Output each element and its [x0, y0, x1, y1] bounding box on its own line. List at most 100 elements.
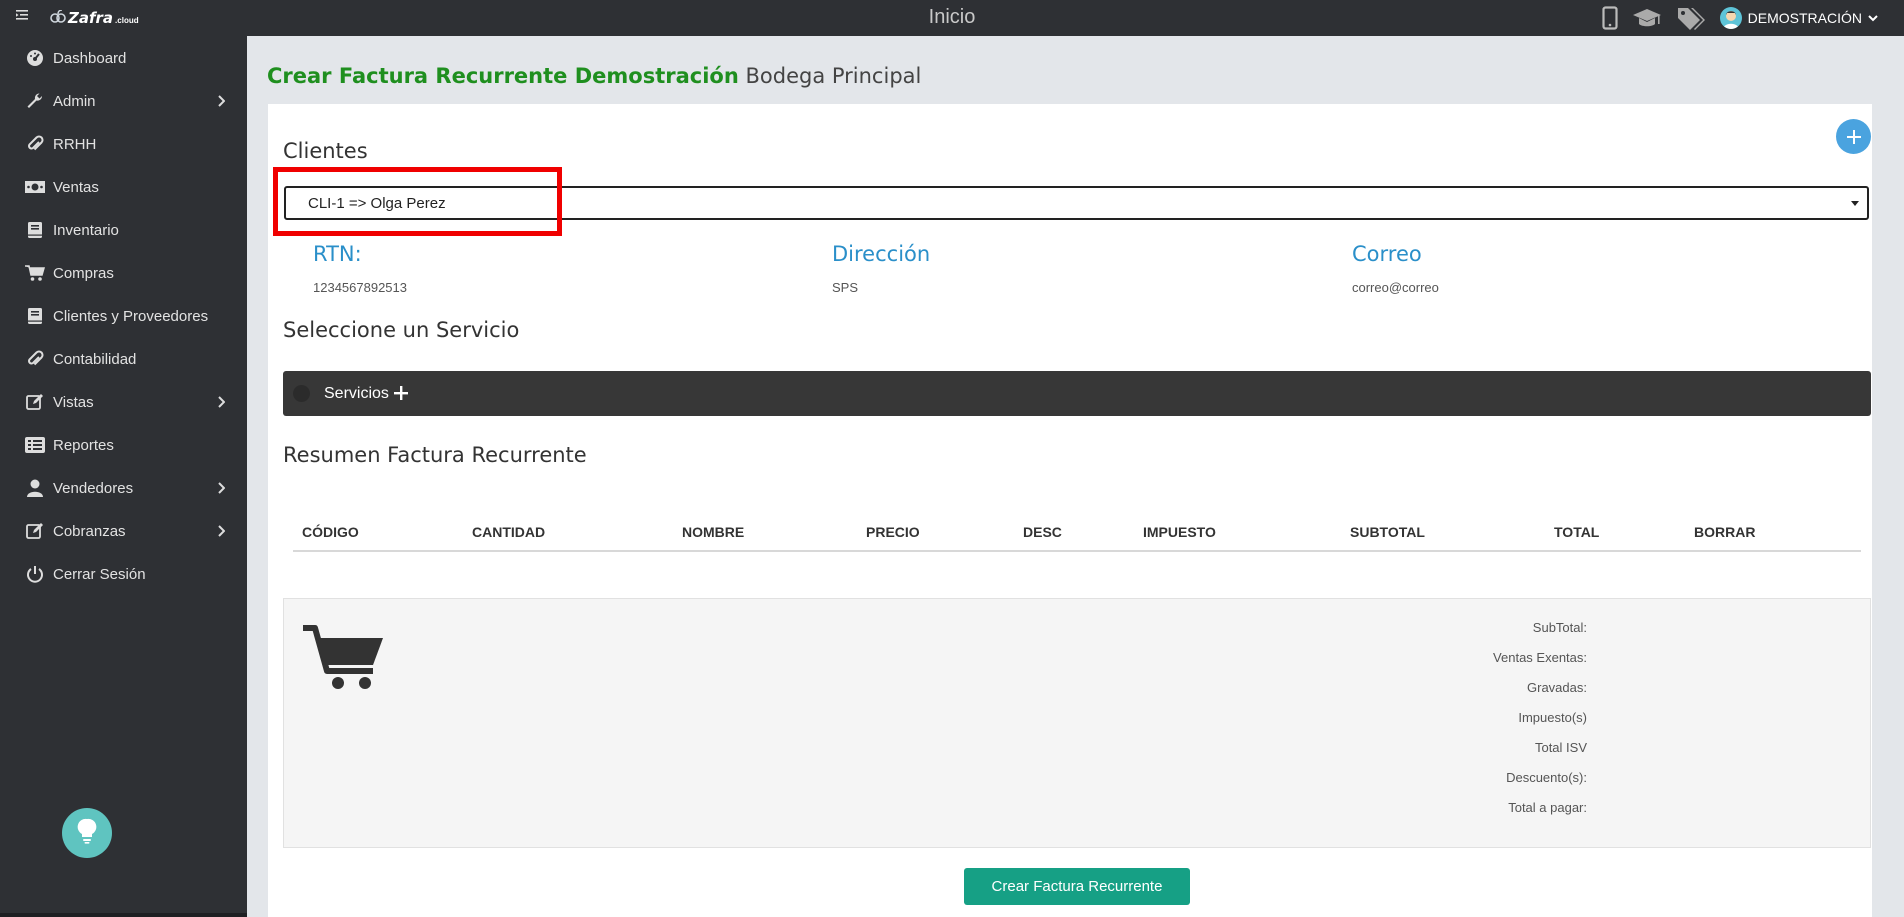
- sidebar-item-label: Contabilidad: [53, 350, 137, 368]
- services-accordion[interactable]: Servicios: [283, 371, 1871, 416]
- create-recurring-invoice-button[interactable]: Crear Factura Recurrente: [964, 868, 1190, 905]
- impuestos-label: Impuesto(s): [1518, 710, 1587, 725]
- sidebar-item-label: Cerrar Sesión: [53, 565, 146, 583]
- chevron-right-icon: [217, 395, 226, 412]
- sidebar-item-vendedores[interactable]: Vendedores: [0, 468, 247, 508]
- chevron-right-icon: [217, 94, 226, 111]
- book-icon: [25, 220, 45, 240]
- list-icon: [25, 435, 45, 455]
- direccion-value: SPS: [832, 280, 859, 295]
- money-icon: [25, 177, 45, 197]
- subtotal-label: SubTotal:: [1532, 620, 1587, 635]
- caret-down-icon: [1851, 201, 1859, 206]
- clientes-title: Clientes: [283, 139, 368, 163]
- sidebar-item-dashboard[interactable]: Dashboard: [0, 38, 247, 78]
- sidebar: Dashboard Admin RRHH Ventas Inventario C…: [0, 36, 247, 917]
- sidebar-bottom-edge: [0, 913, 247, 917]
- sidebar-item-reportes[interactable]: Reportes: [0, 425, 247, 465]
- rtn-value: 1234567892513: [313, 280, 407, 295]
- sidebar-item-cerrar-sesion[interactable]: Cerrar Sesión: [0, 554, 247, 594]
- hamburger-menu-icon[interactable]: [16, 9, 32, 25]
- column-desc: DESC: [1023, 524, 1062, 540]
- column-impuesto: IMPUESTO: [1143, 524, 1216, 540]
- graduation-cap-icon[interactable]: [1632, 7, 1662, 29]
- lightbulb-icon: [77, 818, 97, 849]
- book-icon: [25, 306, 45, 326]
- paperclip-icon: [25, 349, 45, 369]
- leaf-logo-icon: [50, 8, 66, 27]
- invoice-summary-box: [283, 598, 1871, 848]
- ventas-exentas-label: Ventas Exentas:: [1493, 650, 1587, 665]
- client-select-value: CLI-1 => Olga Perez: [308, 194, 446, 212]
- user-menu[interactable]: DEMOSTRACIÓN: [1719, 7, 1878, 29]
- wrench-icon: [25, 91, 45, 111]
- sidebar-item-label: Vistas: [53, 393, 94, 411]
- edit-icon: [25, 392, 45, 412]
- sidebar-item-inventario[interactable]: Inventario: [0, 210, 247, 250]
- plus-icon: [393, 382, 409, 406]
- shopping-cart-icon: [301, 625, 383, 698]
- resumen-title: Resumen Factura Recurrente: [283, 443, 587, 467]
- chevron-down-icon: [1868, 14, 1878, 22]
- help-lightbulb-button[interactable]: [62, 808, 112, 858]
- column-nombre: NOMBRE: [682, 524, 745, 540]
- dashboard-icon: [25, 48, 45, 68]
- sidebar-item-label: Dashboard: [53, 49, 127, 67]
- sidebar-item-vistas[interactable]: Vistas: [0, 382, 247, 422]
- brand-suffix: .cloud: [115, 16, 139, 25]
- sidebar-item-label: Vendedores: [53, 479, 134, 497]
- sidebar-item-label: Compras: [53, 264, 114, 282]
- servicio-title: Seleccione un Servicio: [283, 318, 520, 342]
- sidebar-item-contabilidad[interactable]: Contabilidad: [0, 339, 247, 379]
- client-select[interactable]: CLI-1 => Olga Perez: [284, 186, 1869, 220]
- sidebar-item-label: Clientes y Proveedores: [53, 307, 209, 325]
- column-cantidad: CANTIDAD: [472, 524, 546, 540]
- user-name: DEMOSTRACIÓN: [1747, 10, 1862, 26]
- chevron-right-icon: [217, 524, 226, 541]
- column-subtotal: SUBTOTAL: [1350, 524, 1425, 540]
- sidebar-item-label: Cobranzas: [53, 522, 126, 540]
- total-a-pagar-label: Total a pagar:: [1508, 800, 1587, 815]
- plus-icon: [1846, 124, 1861, 150]
- correo-value: correo@correo: [1352, 280, 1439, 295]
- heading-main: Crear Factura Recurrente Demostración: [267, 64, 739, 88]
- top-bar: Zafra .cloud Inicio DEMOSTRACIÓN: [0, 0, 1904, 36]
- add-button[interactable]: [1836, 119, 1871, 154]
- gravadas-label: Gravadas:: [1527, 680, 1587, 695]
- sidebar-item-label: RRHH: [53, 135, 97, 153]
- sidebar-item-rrhh[interactable]: RRHH: [0, 124, 247, 164]
- sidebar-item-admin[interactable]: Admin: [0, 81, 247, 121]
- paperclip-icon: [25, 134, 45, 154]
- heading-warehouse: Bodega Principal: [745, 64, 922, 88]
- sidebar-item-label: Inventario: [53, 221, 119, 239]
- sidebar-item-compras[interactable]: Compras: [0, 253, 247, 293]
- brand-logo[interactable]: Zafra .cloud: [50, 8, 139, 27]
- sidebar-item-clientes-proveedores[interactable]: Clientes y Proveedores: [0, 296, 247, 336]
- sidebar-item-label: Ventas: [53, 178, 99, 196]
- tags-icon[interactable]: [1676, 6, 1706, 30]
- column-total: TOTAL: [1554, 524, 1600, 540]
- sidebar-item-cobranzas[interactable]: Cobranzas: [0, 511, 247, 551]
- avatar: [1719, 7, 1742, 29]
- chevron-right-icon: [217, 481, 226, 498]
- invoice-table-header: CÓDIGO CANTIDAD NOMBRE PRECIO DESC IMPUE…: [293, 518, 1861, 552]
- total-isv-label: Total ISV: [1534, 740, 1587, 755]
- toggle-dot-icon: [293, 385, 310, 402]
- user-icon: [25, 478, 45, 498]
- mobile-phone-icon[interactable]: [1602, 6, 1618, 30]
- power-icon: [25, 564, 45, 584]
- cart-icon: [25, 263, 45, 283]
- top-right-icons: DEMOSTRACIÓN: [1602, 4, 1878, 32]
- page-heading: Crear Factura Recurrente Demostración Bo…: [267, 64, 921, 88]
- edit-icon: [25, 521, 45, 541]
- column-borrar: BORRAR: [1694, 524, 1756, 540]
- sidebar-item-label: Reportes: [53, 436, 114, 454]
- services-label: Servicios: [324, 384, 389, 402]
- column-precio: PRECIO: [866, 524, 920, 540]
- column-codigo: CÓDIGO: [302, 524, 359, 540]
- direccion-label: Dirección: [832, 242, 931, 266]
- descuentos-label: Descuento(s):: [1506, 770, 1587, 785]
- rtn-label: RTN:: [313, 242, 362, 266]
- correo-label: Correo: [1352, 242, 1422, 266]
- sidebar-item-ventas[interactable]: Ventas: [0, 167, 247, 207]
